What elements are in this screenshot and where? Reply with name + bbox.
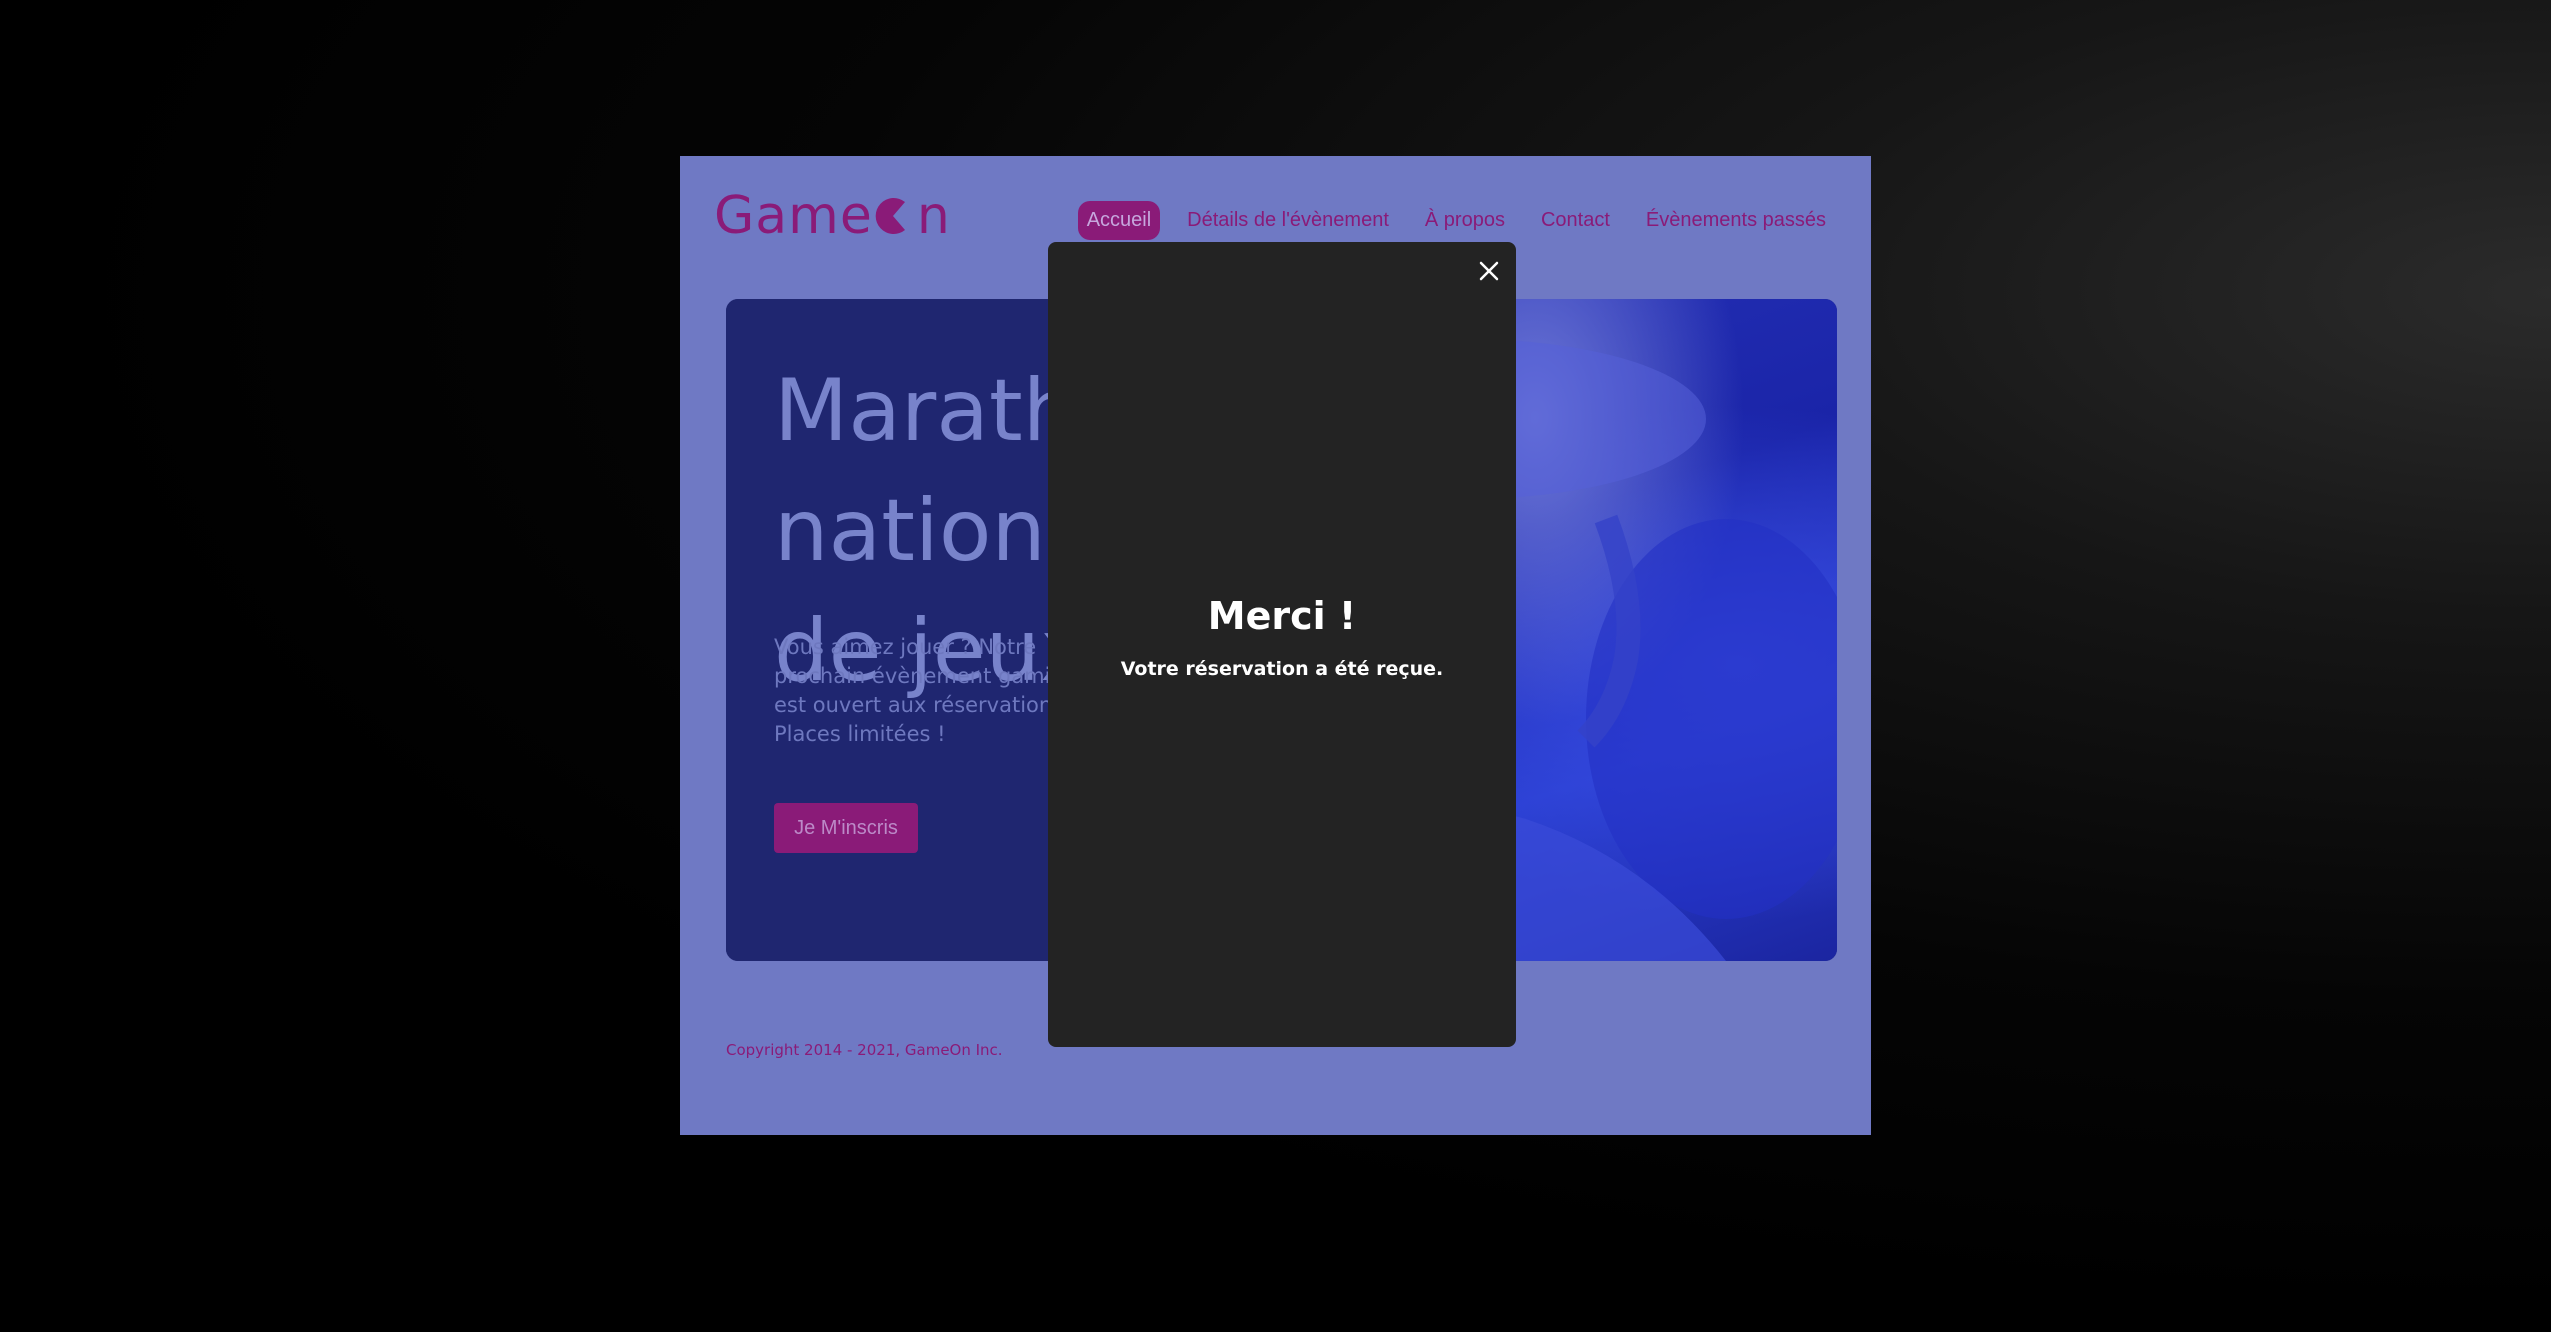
signup-button[interactable]: Je M'inscris — [774, 803, 918, 853]
close-icon[interactable] — [1474, 256, 1504, 286]
main-nav: Accueil Détails de l'évènement À propos … — [1077, 201, 1835, 240]
nav-item-contact[interactable]: Contact — [1532, 201, 1619, 240]
nav-item-evenements-passes[interactable]: Évènements passés — [1637, 201, 1835, 240]
gameon-logo[interactable]: Game n — [714, 186, 951, 246]
nav-item-accueil[interactable]: Accueil — [1077, 201, 1161, 240]
footer-copyright: Copyright 2014 - 2021, GameOn Inc. — [726, 1041, 1003, 1059]
hero-description: Vous aimez jouer ? Notre prochain évènem… — [774, 635, 1084, 746]
logo-text-n: n — [916, 186, 951, 246]
nav-item-details[interactable]: Détails de l'évènement — [1178, 201, 1398, 240]
modal-title: Merci ! — [1207, 594, 1357, 638]
modal-message: Votre réservation a été reçue. — [1120, 658, 1444, 680]
confirmation-modal: Merci ! Votre réservation a été reçue. — [1048, 242, 1516, 1047]
pacman-icon — [875, 198, 905, 234]
logo-text-game: Game — [714, 186, 873, 246]
nav-item-a-propos[interactable]: À propos — [1416, 201, 1514, 240]
